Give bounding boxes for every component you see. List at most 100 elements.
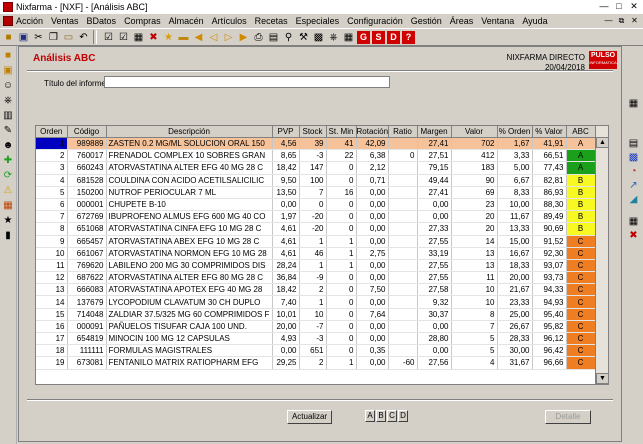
table-row[interactable]: 10 661067 ATORVASTATINA NORMON EFG 10 MG 2… <box>36 247 596 260</box>
g-button-icon[interactable]: G <box>357 30 370 44</box>
book-icon[interactable]: ▦ <box>2 199 14 211</box>
d-button-icon[interactable]: D <box>387 30 400 44</box>
line-chart-icon[interactable]: ↗ <box>627 179 640 192</box>
column-header-codigo[interactable]: Código <box>67 126 107 138</box>
area-chart-icon[interactable]: ◢ <box>627 193 640 206</box>
table-icon[interactable]: ▦ <box>342 31 355 44</box>
mdi-minimize-icon[interactable]: — <box>602 16 615 26</box>
filter-d-button[interactable]: D <box>398 410 408 422</box>
column-header-pct-valor[interactable]: % Valor <box>532 126 567 138</box>
s-button-icon[interactable]: S <box>372 30 385 44</box>
next-record-icon[interactable]: ▷ <box>222 31 235 44</box>
tools-icon[interactable]: ⚒ <box>297 31 310 44</box>
table-row[interactable]: 12 687622 ATORVASTATINA ALTER EFG 80 MG 28… <box>36 271 596 285</box>
star-icon[interactable]: ★ <box>162 31 175 44</box>
copy-icon[interactable]: ❐ <box>47 31 60 44</box>
table-row[interactable]: 7 672769 IBUPROFENO ALMUS EFG 600 MG 40 CO… <box>36 210 596 224</box>
table-row[interactable]: 8 651068 ATORVASTATINA CINFA EFG 10 MG 28 … <box>36 222 596 236</box>
warning-icon[interactable]: ⚠ <box>2 184 14 196</box>
column-header-stock[interactable]: Stock <box>299 126 327 138</box>
mdi-restore-icon[interactable]: ⧉ <box>615 16 628 26</box>
menu-ayuda[interactable]: Ayuda <box>522 16 547 26</box>
checkbox-icon[interactable]: ☑ <box>102 31 115 44</box>
column-header-margen[interactable]: Margen <box>417 126 452 138</box>
filter-c-button[interactable]: C <box>387 410 397 422</box>
table-row[interactable]: 14 137679 LYCOPODIUM CLAVATUM 30 CH DUPLO 7… <box>36 295 596 309</box>
customer-icon[interactable]: ☺ <box>2 79 14 91</box>
menu-bdatos[interactable]: BDatos <box>87 16 117 26</box>
table-row[interactable]: 18 111111 FORMULAS MAGISTRALES 0,00 651 0 0,35… <box>36 344 596 358</box>
filter-a-button[interactable]: A <box>365 410 375 422</box>
column-header-abc[interactable]: ABC <box>566 126 596 138</box>
menu-ventana[interactable]: Ventana <box>481 16 514 26</box>
minimize-icon[interactable]: — <box>597 1 611 12</box>
column-header-st-min[interactable]: St. Min <box>326 126 357 138</box>
folder-icon[interactable]: ▬ <box>177 31 190 44</box>
table-row[interactable]: 17 654819 MINOCIN 100 MG 12 CAPSULAS 4,93 -3… <box>36 332 596 346</box>
refresh-icon[interactable]: ⟳ <box>2 169 14 181</box>
menu-configuracion[interactable]: Configuración <box>347 16 403 26</box>
grid-icon[interactable]: ▦ <box>627 215 640 228</box>
detalle-button[interactable]: Detalle <box>545 410 591 424</box>
add-icon[interactable]: ✚ <box>2 154 14 166</box>
filter-b-button[interactable]: B <box>376 410 386 422</box>
delete-icon[interactable]: ✖ <box>147 31 160 44</box>
menu-articulos[interactable]: Artículos <box>212 16 247 26</box>
prev-record-icon[interactable]: ◁ <box>207 31 220 44</box>
barcode-icon[interactable]: ▮ <box>2 229 14 241</box>
undo-icon[interactable]: ↶ <box>77 31 90 44</box>
table-row[interactable]: 11 769620 LABILENO 200 MG 30 COMPRIMIDOS D… <box>36 259 596 273</box>
menu-recetas[interactable]: Recetas <box>255 16 288 26</box>
report-title-input[interactable] <box>104 76 390 88</box>
menu-almacen[interactable]: Almacén <box>169 16 204 26</box>
basket-icon[interactable]: ▥ <box>2 109 14 121</box>
table-row[interactable]: 19 673081 FENTANILO MATRIX RATIOPHARM EFG 2… <box>36 356 596 370</box>
mdi-close-icon[interactable]: ✕ <box>628 16 641 26</box>
actualizar-button[interactable]: Actualizar <box>287 410 332 424</box>
users-icon[interactable]: ★ <box>2 214 14 226</box>
column-header-descripcion[interactable]: Descripción <box>106 126 273 138</box>
menu-accion[interactable]: Acción <box>16 16 43 26</box>
vertical-scrollbar[interactable]: ▲ ▼ <box>595 126 608 384</box>
column-header-orden[interactable]: Orden <box>36 126 68 138</box>
cut-icon[interactable]: ✂ <box>32 31 45 44</box>
print-icon[interactable]: ⎙ <box>252 31 265 44</box>
table-row[interactable]: 2 760017 FRENADOL COMPLEX 10 SOBRES GRAN 8,… <box>36 149 596 163</box>
paste-icon[interactable]: ▭ <box>62 31 75 44</box>
menu-areas[interactable]: Áreas <box>450 16 474 26</box>
scroll-down-icon[interactable]: ▼ <box>596 373 608 384</box>
table-row[interactable]: 6 000001 CHUPETE B-10 0,00 0 0 0,00 0,00 23 10,00… <box>36 198 596 212</box>
cart-side-icon[interactable]: ⎈ <box>2 94 14 106</box>
menu-especiales[interactable]: Especiales <box>296 16 340 26</box>
column-header-rotacion[interactable]: Rotación <box>356 126 389 138</box>
maximize-icon[interactable]: □ <box>612 1 626 12</box>
document-icon[interactable]: ▩ <box>312 31 325 44</box>
table-row[interactable]: 1 989889 ZASTEN 0.2 MG/ML SOLUCION ORAL 15… <box>36 137 596 151</box>
open-folder-icon[interactable]: ■ <box>2 31 15 44</box>
calculator-icon[interactable]: ▦ <box>627 97 640 110</box>
exit-icon[interactable]: ✖ <box>627 229 640 242</box>
column-header-pct-orden[interactable]: % Orden <box>497 126 533 138</box>
report-icon[interactable]: ▤ <box>627 137 640 150</box>
print-preview-icon[interactable]: ▤ <box>267 31 280 44</box>
table-row[interactable]: 15 714048 ZALDIAR 37.5/325 MG 60 COMPRIMID… <box>36 308 596 321</box>
close-icon[interactable]: ✕ <box>627 1 641 12</box>
scroll-up-icon[interactable]: ▲ <box>596 137 608 148</box>
user-icon[interactable]: ☻ <box>2 139 14 151</box>
column-header-valor[interactable]: Valor <box>451 126 498 138</box>
purchases-icon[interactable]: ▣ <box>2 64 14 76</box>
menu-gestion[interactable]: Gestión <box>411 16 442 26</box>
bars-icon[interactable]: ▩ <box>627 151 640 164</box>
sales-icon[interactable]: ■ <box>2 49 14 61</box>
column-header-ratio[interactable]: Ratio <box>388 126 418 138</box>
pie-chart-icon[interactable]: ◔ <box>627 165 640 178</box>
table-row[interactable]: 5 150200 NUTROF PERIOCULAR 7 ML 13,50 7 16 0,0… <box>36 186 596 199</box>
edit-icon[interactable]: ✎ <box>2 124 14 136</box>
checkbox-icon-2[interactable]: ☑ <box>117 31 130 44</box>
column-header-pvp[interactable]: PVP <box>272 126 300 138</box>
table-row[interactable]: 9 665457 ATORVASTATINA ABEX EFG 10 MG 28 C… <box>36 235 596 248</box>
menu-app-icon[interactable] <box>3 16 13 26</box>
menu-compras[interactable]: Compras <box>124 16 161 26</box>
cart-icon[interactable]: ⎈ <box>327 31 340 44</box>
table-row[interactable]: 13 666083 ATORVASTATINA APOTEX EFG 40 MG 2… <box>36 283 596 297</box>
